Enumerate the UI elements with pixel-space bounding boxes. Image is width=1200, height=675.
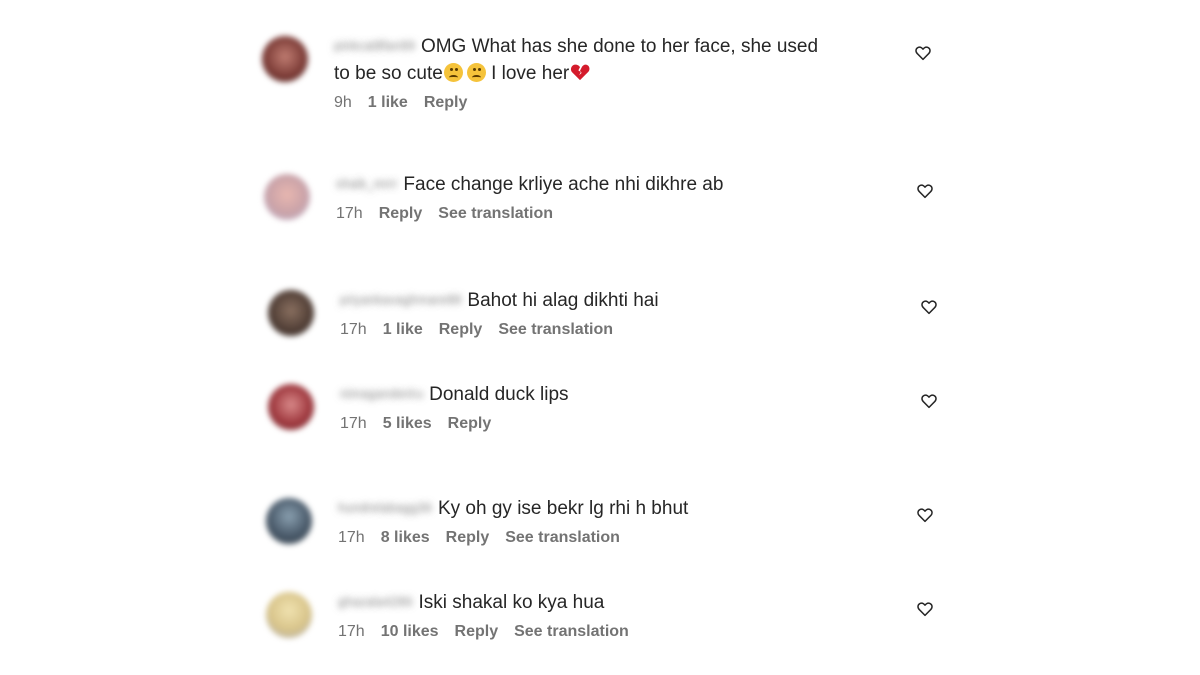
avatar[interactable] bbox=[268, 290, 314, 336]
reply-button[interactable]: Reply bbox=[379, 205, 423, 223]
comment-username[interactable]: shaik_mrrr bbox=[336, 170, 397, 197]
likes-count[interactable]: 1 like bbox=[368, 94, 408, 112]
comment-text: priyankavaghmare88 Bahot hi alag dikhti h… bbox=[340, 286, 900, 314]
likes-count[interactable]: 10 likes bbox=[381, 623, 439, 641]
comment-item: nimaganderiru Donald duck lips 17h 5 like… bbox=[268, 380, 948, 460]
comment-meta: 17h 5 likes Reply bbox=[340, 415, 900, 433]
comment-text: pinkcat8fan99 OMG What has she done to he… bbox=[334, 32, 894, 60]
heart-outline-icon[interactable] bbox=[914, 44, 932, 62]
comment-meta: 17h 8 likes Reply See translation bbox=[338, 529, 898, 547]
comment-text-line: I love her bbox=[485, 63, 570, 84]
likes-count[interactable]: 8 likes bbox=[381, 529, 430, 547]
likes-count[interactable]: 5 likes bbox=[383, 415, 432, 433]
comment-item: ghazala4286 Iski shakal ko kya hua 17h 10… bbox=[266, 588, 946, 668]
comment-username[interactable]: nimaganderiru bbox=[340, 380, 423, 407]
comment-time: 17h bbox=[340, 415, 367, 432]
comment-text-line: OMG What has she done to her face, she u… bbox=[420, 36, 819, 57]
see-translation-button[interactable]: See translation bbox=[505, 529, 620, 547]
comment-text-line: Iski shakal ko kya hua bbox=[418, 592, 605, 613]
comment-time: 17h bbox=[338, 529, 365, 546]
comment-text: shaik_mrrr Face change krliye ache nhi di… bbox=[336, 170, 896, 198]
heart-outline-icon[interactable] bbox=[916, 506, 934, 524]
heart-outline-icon[interactable] bbox=[920, 392, 938, 410]
comment-username[interactable]: priyankavaghmare88 bbox=[340, 286, 461, 313]
comment-meta: 17h 1 like Reply See translation bbox=[340, 321, 900, 339]
comment-meta: 17h 10 likes Reply See translation bbox=[338, 623, 898, 641]
avatar[interactable] bbox=[266, 498, 312, 544]
reply-button[interactable]: Reply bbox=[446, 529, 490, 547]
comment-meta: 9h 1 like Reply bbox=[334, 94, 894, 112]
reply-button[interactable]: Reply bbox=[439, 321, 483, 339]
heart-outline-icon[interactable] bbox=[916, 182, 934, 200]
likes-count[interactable]: 1 like bbox=[383, 321, 423, 339]
comment-time: 17h bbox=[338, 623, 365, 640]
comment-username[interactable]: ghazala4286 bbox=[338, 588, 412, 615]
avatar[interactable] bbox=[262, 36, 308, 82]
comment-time: 17h bbox=[336, 205, 363, 222]
comment-text-line: Donald duck lips bbox=[429, 384, 569, 405]
comment-text-line: Face change krliye ache nhi dikhre ab bbox=[403, 174, 724, 195]
comment-text: nimaganderiru Donald duck lips bbox=[340, 380, 900, 408]
heart-outline-icon[interactable] bbox=[916, 600, 934, 618]
comment-time: 17h bbox=[340, 321, 367, 338]
avatar[interactable] bbox=[266, 592, 312, 638]
comment-item: priyankavaghmare88 Bahot hi alag dikhti h… bbox=[268, 286, 948, 366]
comment-username[interactable]: hundrelabagg36 bbox=[338, 494, 432, 521]
comment-item: pinkcat8fan99 OMG What has she done to he… bbox=[262, 32, 942, 112]
broken-heart-emoji bbox=[571, 64, 590, 81]
heart-outline-icon[interactable] bbox=[920, 298, 938, 316]
avatar[interactable] bbox=[268, 384, 314, 430]
comment-text-continued: to be so cute I love her bbox=[334, 60, 894, 87]
comment-text: hundrelabagg36 Ky oh gy ise bekr lg rhi h… bbox=[338, 494, 898, 522]
sad-face-emoji bbox=[466, 63, 486, 82]
avatar[interactable] bbox=[264, 174, 310, 220]
see-translation-button[interactable]: See translation bbox=[514, 623, 629, 641]
comment-time: 9h bbox=[334, 94, 352, 111]
comment-text-line: to be so cute bbox=[334, 63, 443, 84]
sad-face-emoji bbox=[443, 63, 463, 82]
comment-item: hundrelabagg36 Ky oh gy ise bekr lg rhi h… bbox=[266, 494, 946, 574]
comment-text-line: Ky oh gy ise bekr lg rhi h bhut bbox=[437, 498, 689, 519]
reply-button[interactable]: Reply bbox=[455, 623, 499, 641]
comment-text-line: Bahot hi alag dikhti hai bbox=[467, 290, 659, 311]
reply-button[interactable]: Reply bbox=[424, 94, 468, 112]
see-translation-button[interactable]: See translation bbox=[498, 321, 613, 339]
see-translation-button[interactable]: See translation bbox=[438, 205, 553, 223]
comment-text: ghazala4286 Iski shakal ko kya hua bbox=[338, 588, 898, 616]
comment-meta: 17h Reply See translation bbox=[336, 205, 896, 223]
comment-username[interactable]: pinkcat8fan99 bbox=[334, 32, 415, 59]
reply-button[interactable]: Reply bbox=[448, 415, 492, 433]
comment-item: shaik_mrrr Face change krliye ache nhi di… bbox=[264, 170, 944, 250]
